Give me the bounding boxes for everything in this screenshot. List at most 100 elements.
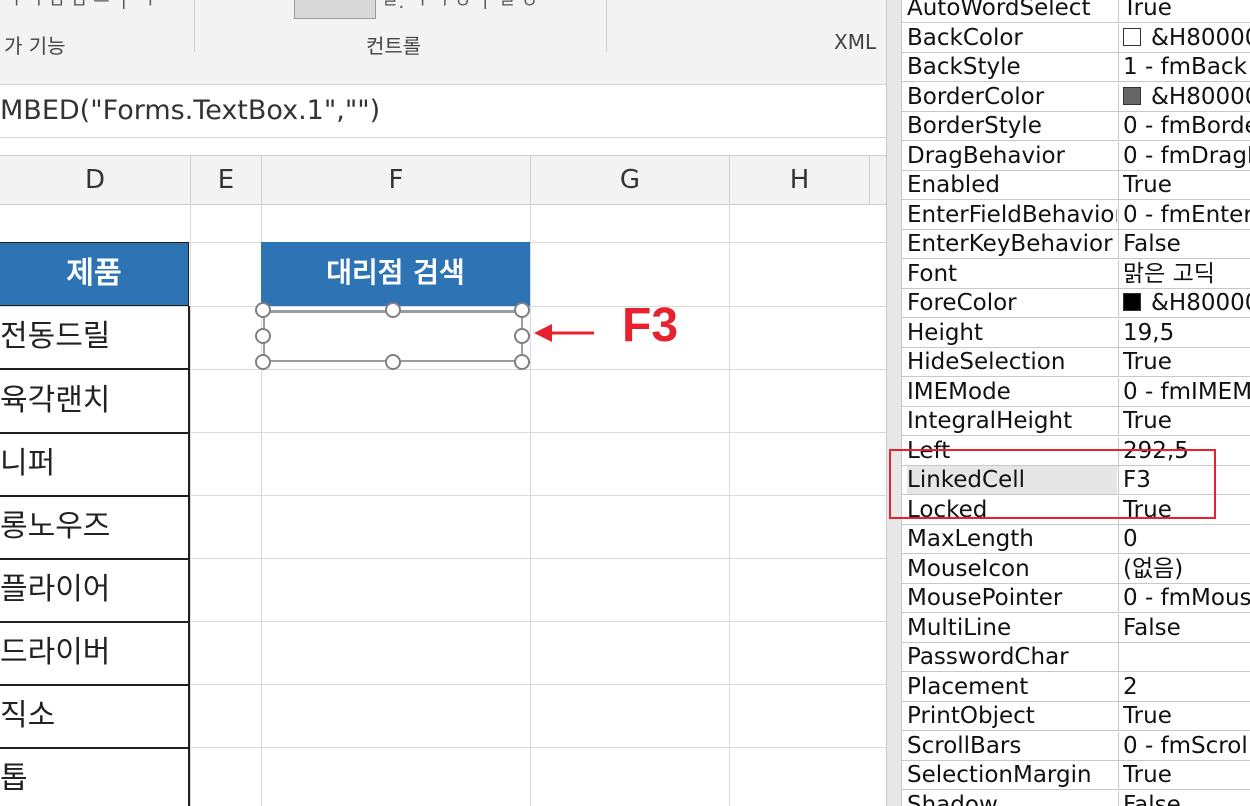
property-name: MultiLine <box>907 615 1012 641</box>
property-name: IMEMode <box>907 379 1011 405</box>
product-cell[interactable]: 롱노우즈 <box>0 496 190 560</box>
color-swatch-icon <box>1123 28 1141 46</box>
grid-line <box>729 204 730 806</box>
property-row-enterfieldbehavior[interactable]: EnterFieldBehavior 0 - fmEnter <box>902 201 1250 230</box>
resize-handle[interactable] <box>514 302 530 318</box>
property-separator <box>1118 407 1119 436</box>
design-mode-button[interactable] <box>294 0 376 19</box>
formula-bar[interactable]: MBED("Forms.TextBox.1","") <box>0 85 886 138</box>
column-header-f[interactable]: F <box>262 156 531 204</box>
property-value[interactable]: (없음) <box>1123 555 1250 583</box>
property-row-enabled[interactable]: Enabled True <box>902 171 1250 200</box>
property-value[interactable]: &H800000 <box>1123 289 1250 317</box>
product-cell[interactable]: 플라이어 <box>0 559 190 623</box>
product-cell[interactable]: 드라이버 <box>0 622 190 686</box>
property-name: PrintObject <box>907 703 1035 729</box>
property-row-borderstyle[interactable]: BorderStyle 0 - fmBorde <box>902 112 1250 141</box>
property-value[interactable]: 0 - fmMous <box>1123 584 1250 612</box>
property-row-forecolor[interactable]: ForeColor&H800000 <box>902 289 1250 318</box>
property-row-shadow[interactable]: Shadow False <box>902 791 1250 806</box>
property-row-backstyle[interactable]: BackStyle 1 - fmBack <box>902 53 1250 82</box>
property-name: Height <box>907 320 984 346</box>
property-name: SelectionMargin <box>907 762 1092 788</box>
property-row-font[interactable]: Font 맑은 고딕 <box>902 260 1250 289</box>
resize-handle[interactable] <box>385 354 401 370</box>
property-value[interactable]: 2 <box>1123 673 1250 701</box>
property-name: IntegralHeight <box>907 408 1073 434</box>
property-row-mousepointer[interactable]: MousePointer 0 - fmMous <box>902 584 1250 613</box>
property-row-imemode[interactable]: IMEMode 0 - fmIMEM <box>902 378 1250 407</box>
product-cell[interactable]: 육각랜치 <box>0 370 190 434</box>
property-name: Shadow <box>907 792 998 806</box>
property-value[interactable]: True <box>1123 702 1250 730</box>
property-value[interactable]: True <box>1123 171 1250 199</box>
property-row-scrollbars[interactable]: ScrollBars 0 - fmScrol <box>902 732 1250 761</box>
resize-handle[interactable] <box>255 328 271 344</box>
column-header-g[interactable]: G <box>531 156 730 204</box>
property-value[interactable]: 0 - fmEnter <box>1123 201 1250 229</box>
search-header-cell[interactable]: 대리점 검색 <box>261 242 530 306</box>
column-headers: D E F G H <box>0 155 886 205</box>
property-row-maxlength[interactable]: MaxLength 0 <box>902 525 1250 554</box>
property-value[interactable]: 0 - fmIMEM <box>1123 378 1250 406</box>
property-value[interactable]: 맑은 고딕 <box>1123 260 1250 288</box>
property-row-multiline[interactable]: MultiLine False <box>902 614 1250 643</box>
property-separator <box>1118 53 1119 82</box>
property-row-backcolor[interactable]: BackColor&H800000 <box>902 24 1250 53</box>
property-row-placement[interactable]: Placement 2 <box>902 673 1250 702</box>
resize-handle[interactable] <box>255 302 271 318</box>
property-row-mouseicon[interactable]: MouseIcon (없음) <box>902 555 1250 584</box>
property-separator <box>1118 230 1119 259</box>
ribbon-group-controls-label: 컨트롤 <box>366 34 422 58</box>
property-value[interactable]: True <box>1123 348 1250 376</box>
property-value[interactable]: True <box>1123 761 1250 789</box>
pane-divider[interactable] <box>886 0 902 806</box>
resize-handle[interactable] <box>514 328 530 344</box>
property-value[interactable]: True <box>1123 0 1250 22</box>
property-row-bordercolor[interactable]: BorderColor&H800000 <box>902 83 1250 112</box>
property-row-autowordselect[interactable]: AutoWordSelect True <box>902 0 1250 23</box>
property-name: BackStyle <box>907 54 1021 80</box>
property-separator <box>1118 732 1119 761</box>
resize-handle[interactable] <box>514 354 530 370</box>
property-value[interactable]: True <box>1123 407 1250 435</box>
property-value[interactable]: &H800000 <box>1123 83 1250 111</box>
property-value[interactable]: 0 - fmDragB <box>1123 142 1250 170</box>
column-header-e[interactable]: E <box>191 156 262 204</box>
property-value[interactable]: False <box>1123 614 1250 642</box>
property-row-height[interactable]: Height 19,5 <box>902 319 1250 348</box>
column-header-d[interactable]: D <box>0 156 191 204</box>
property-value[interactable]: 19,5 <box>1123 319 1250 347</box>
property-separator <box>1118 319 1119 348</box>
resize-handle[interactable] <box>255 354 271 370</box>
column-header-h[interactable]: H <box>730 156 870 204</box>
property-value[interactable]: False <box>1123 791 1250 806</box>
product-cell[interactable]: 직소 <box>0 685 190 749</box>
property-value[interactable]: 0 - fmScrol <box>1123 732 1250 760</box>
property-value[interactable]: 0 <box>1123 525 1250 553</box>
ribbon: ㄱ ㄱ ㅁ ㅁ ㅡ ㅣ ㄱ ㄹ. ㄱ ㄱ ㅇ ㅣ ㄹ ㅇ 가 기능 컨트롤 XM… <box>0 0 886 85</box>
product-cell[interactable]: 전동드릴 <box>0 306 190 370</box>
product-cell[interactable]: 니퍼 <box>0 433 190 497</box>
product-header-cell[interactable]: 제품 <box>0 242 189 306</box>
property-name: DragBehavior <box>907 143 1065 169</box>
property-value[interactable]: False <box>1123 230 1250 258</box>
property-row-passwordchar[interactable]: PasswordChar <box>902 643 1250 672</box>
excel-window: ㄱ ㄱ ㅁ ㅁ ㅡ ㅣ ㄱ ㄹ. ㄱ ㄱ ㅇ ㅣ ㄹ ㅇ 가 기능 컨트롤 XM… <box>0 0 886 806</box>
property-row-dragbehavior[interactable]: DragBehavior 0 - fmDragB <box>902 142 1250 171</box>
property-row-integralheight[interactable]: IntegralHeight True <box>902 407 1250 436</box>
property-row-selectionmargin[interactable]: SelectionMargin True <box>902 761 1250 790</box>
property-value[interactable]: 0 - fmBorde <box>1123 112 1250 140</box>
property-name: BackColor <box>907 25 1023 51</box>
property-value[interactable]: 1 - fmBack <box>1123 53 1250 81</box>
property-row-hideselection[interactable]: HideSelection True <box>902 348 1250 377</box>
property-value[interactable]: &H800000 <box>1123 24 1250 52</box>
property-name: ScrollBars <box>907 733 1022 759</box>
property-row-enterkeybehavior[interactable]: EnterKeyBehavior False <box>902 230 1250 259</box>
formula-text[interactable]: MBED("Forms.TextBox.1","") <box>0 95 380 126</box>
product-cell[interactable]: 톱 <box>0 748 190 806</box>
resize-handle[interactable] <box>385 302 401 318</box>
property-separator <box>1118 643 1119 672</box>
property-row-printobject[interactable]: PrintObject True <box>902 702 1250 731</box>
property-separator <box>1118 112 1119 141</box>
